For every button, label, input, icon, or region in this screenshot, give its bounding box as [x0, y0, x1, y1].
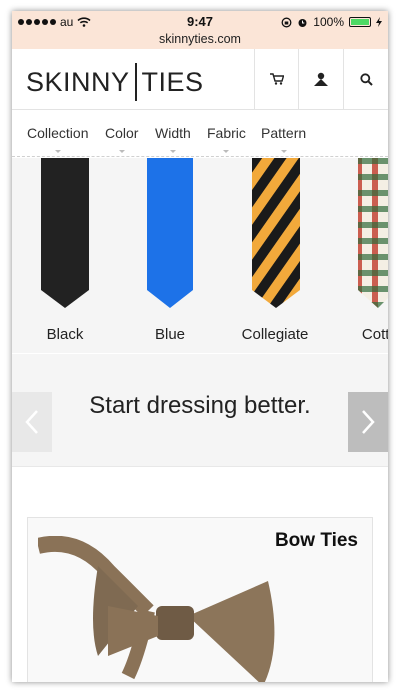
- search-icon: [359, 72, 373, 86]
- tie-label-black[interactable]: Black: [15, 326, 115, 343]
- carousel-next-button[interactable]: [348, 392, 388, 452]
- tie-collegiate-image[interactable]: [250, 158, 302, 308]
- site-header: SKINNY TIES: [12, 49, 388, 110]
- battery-icon: [349, 17, 371, 27]
- status-bar: au 9:47 100% skinnyties.com: [12, 11, 388, 49]
- rotation-lock-icon: [281, 17, 292, 27]
- chevron-down-icon: [223, 150, 229, 153]
- chevron-down-icon: [119, 150, 125, 153]
- phone-screen: au 9:47 100% skinnyties.com SKINNY TIES …: [12, 11, 388, 682]
- tie-label-blue[interactable]: Blue: [120, 326, 220, 343]
- search-button[interactable]: [343, 49, 388, 109]
- banner-message: Start dressing better.: [89, 392, 311, 419]
- tie-label-cotton[interactable]: Cotton: [334, 326, 388, 343]
- cart-icon: [269, 73, 284, 85]
- alarm-icon: [298, 18, 307, 27]
- chevron-right-icon: [362, 410, 375, 434]
- nav-width[interactable]: Width: [155, 125, 191, 141]
- battery-percent: 100%: [313, 15, 344, 29]
- tie-label-collegiate[interactable]: Collegiate: [225, 326, 325, 343]
- tie-black-image[interactable]: [39, 158, 91, 308]
- nav-fabric[interactable]: Fabric: [207, 125, 246, 141]
- tie-blue-image[interactable]: [145, 158, 195, 308]
- account-icon: [313, 72, 328, 86]
- tie-cotton-image[interactable]: [356, 158, 388, 308]
- account-button[interactable]: [298, 49, 342, 109]
- color-carousel: Black Blue Collegiate Cotton: [12, 158, 388, 353]
- charging-icon: [376, 17, 382, 27]
- category-card-bow-ties[interactable]: Bow Ties: [27, 517, 373, 682]
- filter-nav: Collection Color Width Fabric Pattern: [12, 111, 388, 157]
- nav-collection[interactable]: Collection: [27, 125, 88, 141]
- bow-tie-image: [38, 536, 275, 682]
- nav-color[interactable]: Color: [105, 125, 138, 141]
- status-right-group: 100%: [281, 15, 382, 29]
- chevron-down-icon: [170, 150, 176, 153]
- logo-text-left: SKINNY: [26, 66, 130, 97]
- chevron-down-icon: [281, 150, 287, 153]
- nav-pattern[interactable]: Pattern: [261, 125, 306, 141]
- address-bar-url[interactable]: skinnyties.com: [12, 32, 388, 46]
- chevron-down-icon: [55, 150, 61, 153]
- promo-banner: Start dressing better.: [12, 354, 388, 467]
- logo-text-right: TIES: [141, 66, 204, 97]
- cart-button[interactable]: [254, 49, 298, 109]
- logo-tie-divider: [134, 63, 137, 101]
- site-logo[interactable]: SKINNY TIES: [26, 63, 204, 101]
